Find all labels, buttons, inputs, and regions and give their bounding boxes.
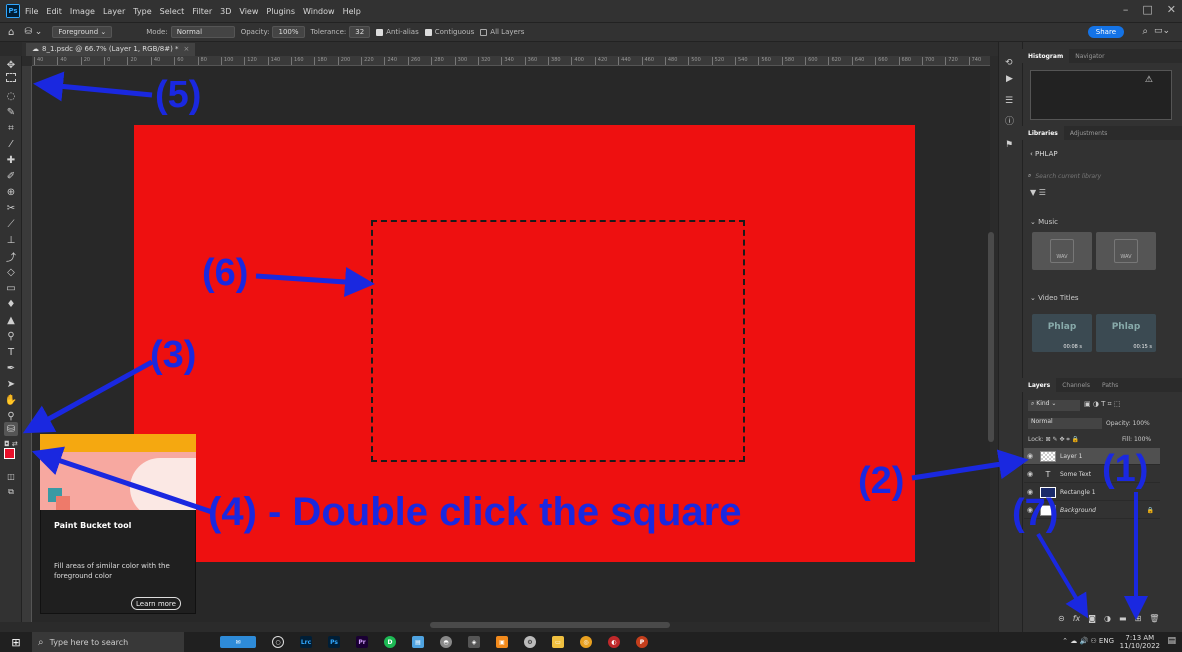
annotation-5: (5) [155,74,202,116]
annotation-7: (7) [1012,492,1059,534]
annotation-2: (2) [858,460,905,502]
arrow-2 [911,449,1029,481]
arrow-6 [255,267,375,297]
arrow-5 [33,71,153,102]
annotation-6: (6) [202,252,249,294]
annotation-4: (4) - Double click the square [208,490,742,534]
annotation-3: (3) [150,334,197,376]
arrow-3 [22,359,154,434]
arrow-4 [31,446,213,515]
arrow-7 [1036,532,1089,619]
annotation-1: (1) [1102,448,1149,490]
